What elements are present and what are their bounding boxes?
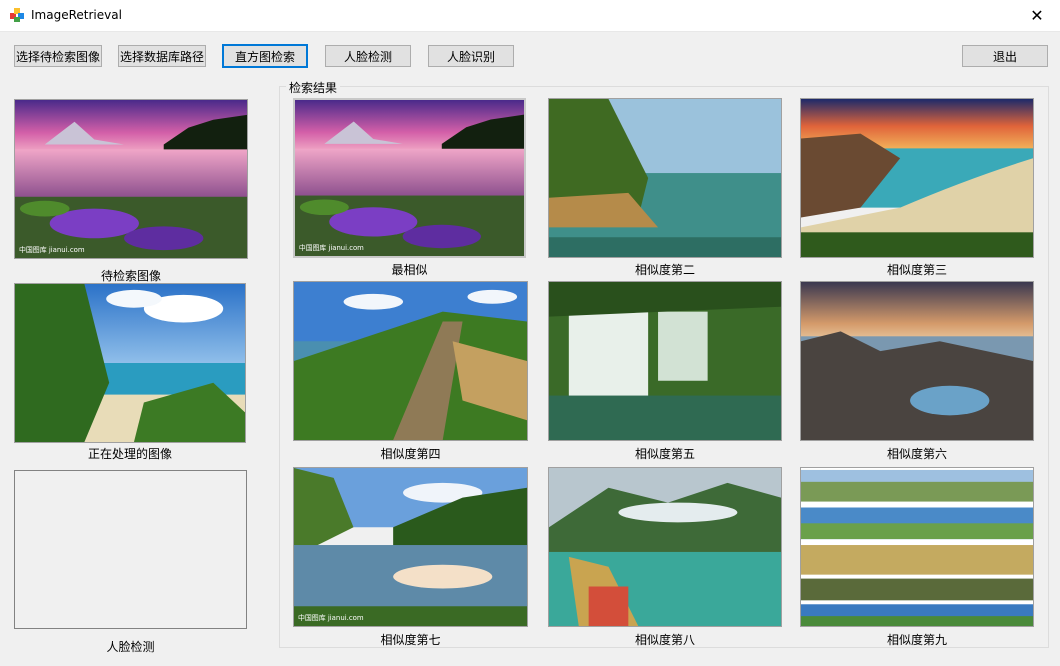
result-image-5[interactable]	[548, 281, 782, 441]
face-recognize-button[interactable]: 人脸识别	[428, 45, 514, 67]
result-7-watermark: 中国图库 jianui.com	[298, 613, 364, 622]
window-title: ImageRetrieval	[31, 8, 122, 22]
result-caption-6: 相似度第六	[886, 447, 947, 461]
result-image-3[interactable]	[800, 98, 1034, 258]
result-caption-1: 最相似	[391, 263, 428, 277]
result-caption-7: 相似度第七	[380, 633, 441, 647]
exit-button[interactable]: 退出	[962, 45, 1048, 67]
result-image-7[interactable]: 中国图库 jianui.com	[293, 467, 528, 627]
app-icon	[9, 7, 25, 23]
result-caption-3: 相似度第三	[886, 263, 947, 277]
result-caption-8: 相似度第八	[634, 633, 695, 647]
query-image: 中国图库 jianui.com	[14, 99, 248, 259]
result-1-watermark: 中国图库 jianui.com	[299, 243, 364, 252]
result-image-9[interactable]	[800, 467, 1034, 627]
result-image-2[interactable]	[548, 98, 782, 258]
select-query-image-button[interactable]: 选择待检索图像	[14, 45, 102, 67]
close-icon[interactable]: ✕	[1014, 0, 1060, 31]
face-detect-button[interactable]: 人脸检测	[325, 45, 411, 67]
face-detect-caption: 人脸检测	[106, 640, 155, 654]
result-image-4[interactable]	[293, 281, 528, 441]
processing-image	[14, 283, 246, 443]
processing-image-caption: 正在处理的图像	[87, 447, 172, 461]
query-watermark: 中国图库 jianui.com	[19, 245, 85, 254]
result-caption-4: 相似度第四	[380, 447, 441, 461]
result-image-1[interactable]: 中国图库 jianui.com	[293, 98, 526, 258]
result-image-6[interactable]	[800, 281, 1034, 441]
results-group-title: 检索结果	[286, 79, 341, 96]
select-database-path-button[interactable]: 选择数据库路径	[118, 45, 206, 67]
query-image-caption: 待检索图像	[100, 269, 161, 283]
histogram-search-button[interactable]: 直方图检索	[222, 44, 308, 68]
result-caption-5: 相似度第五	[634, 447, 695, 461]
result-caption-2: 相似度第二	[634, 263, 695, 277]
title-bar[interactable]: ImageRetrieval ✕	[0, 0, 1060, 32]
result-image-8[interactable]	[548, 467, 782, 627]
face-detect-image	[14, 470, 247, 629]
result-caption-9: 相似度第九	[886, 633, 947, 647]
